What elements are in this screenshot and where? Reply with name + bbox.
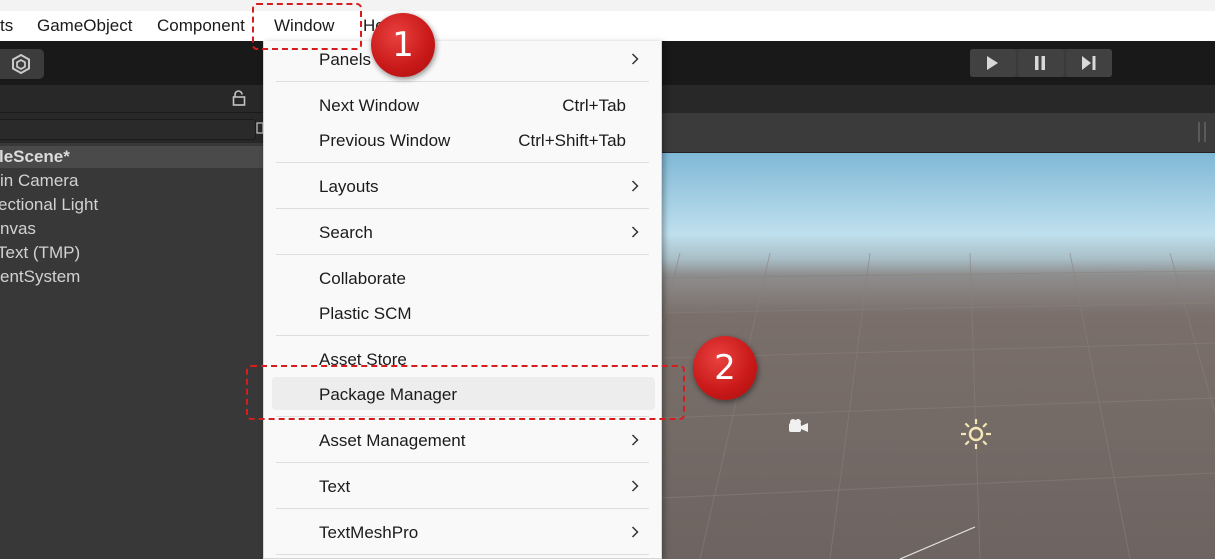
menu-separator xyxy=(276,81,649,82)
hierarchy-item[interactable]: Text (TMP) xyxy=(0,241,263,265)
hierarchy-item[interactable]: ectional Light xyxy=(0,193,263,217)
menu-item-textmeshpro[interactable]: TextMeshPro xyxy=(264,516,661,550)
annotation-box-window-menu xyxy=(252,3,362,50)
menu-assets[interactable]: ts xyxy=(0,11,13,41)
menu-item-shortcut: Ctrl+Tab xyxy=(562,96,626,115)
menu-separator xyxy=(276,208,649,209)
menu-item-label: Next Window xyxy=(319,96,420,115)
step-badge-2: 2 xyxy=(693,336,757,400)
menu-item-label: Layouts xyxy=(319,177,379,196)
chevron-right-icon xyxy=(631,526,639,538)
menu-item-label: TextMeshPro xyxy=(319,523,419,542)
pause-button[interactable] xyxy=(1018,49,1064,77)
menu-item-label: Collaborate xyxy=(319,269,406,288)
hierarchy-item-label: Text (TMP) xyxy=(0,243,81,262)
menu-item-collaborate[interactable]: Collaborate xyxy=(264,262,661,296)
menu-separator xyxy=(276,508,649,509)
menu-separator xyxy=(276,462,649,463)
menu-item-previous-window[interactable]: Previous Window Ctrl+Shift+Tab xyxy=(264,124,661,158)
search-dropdown-icon[interactable] xyxy=(256,121,263,137)
menu-item-shortcut: Ctrl+Shift+Tab xyxy=(518,131,626,150)
scene-name: leScene* xyxy=(0,147,70,166)
menu-item-label: Text xyxy=(319,477,351,496)
play-button[interactable] xyxy=(970,49,1016,77)
menu-item-search[interactable]: Search xyxy=(264,216,661,250)
scene-toolbar xyxy=(660,113,1215,153)
window-menu-dropdown: Panels Next Window Ctrl+Tab Previous Win… xyxy=(263,41,662,559)
chevron-right-icon xyxy=(631,53,639,65)
chevron-right-icon xyxy=(631,480,639,492)
hierarchy-item-label: in Camera xyxy=(0,171,79,190)
menu-separator xyxy=(276,554,649,555)
annotation-box-package-manager xyxy=(246,365,685,420)
menu-item-label: Asset Management xyxy=(319,431,466,450)
chevron-right-icon xyxy=(631,434,639,446)
menu-separator xyxy=(276,335,649,336)
unity-logo-icon xyxy=(12,53,30,75)
menu-item-label: Previous Window xyxy=(319,131,451,150)
menu-item-label: Plastic SCM xyxy=(319,304,412,323)
chevron-right-icon xyxy=(631,180,639,192)
menu-item-next-window[interactable]: Next Window Ctrl+Tab xyxy=(264,89,661,123)
step-icon xyxy=(1082,56,1096,70)
menu-item-text[interactable]: Text xyxy=(264,470,661,504)
play-icon xyxy=(987,56,998,70)
title-strip xyxy=(0,0,1215,11)
menu-gameobject[interactable]: GameObject xyxy=(37,11,132,41)
step-badge-1: 1 xyxy=(371,13,435,77)
menu-separator xyxy=(276,254,649,255)
hierarchy-tab-bar xyxy=(0,85,263,113)
scene-root-item[interactable]: leScene* xyxy=(0,146,263,168)
menu-separator xyxy=(276,162,649,163)
hierarchy-item-label: ectional Light xyxy=(0,195,99,214)
menu-item-plastic-scm[interactable]: Plastic SCM xyxy=(264,297,661,331)
hierarchy-search-input[interactable] xyxy=(0,119,256,140)
menu-item-layouts[interactable]: Layouts xyxy=(264,170,661,204)
account-button[interactable] xyxy=(0,49,44,79)
playmode-controls xyxy=(970,49,1112,77)
chevron-right-icon xyxy=(631,226,639,238)
menu-item-asset-management[interactable]: Asset Management xyxy=(264,424,661,458)
lock-icon[interactable] xyxy=(232,90,246,106)
hierarchy-item-label: entSystem xyxy=(0,267,81,286)
menu-item-label: Search xyxy=(319,223,373,242)
menu-component[interactable]: Component xyxy=(157,11,245,41)
toolbar-grip-icon[interactable] xyxy=(1204,122,1206,142)
pause-icon xyxy=(1035,56,1045,70)
step-button[interactable] xyxy=(1066,49,1112,77)
light-gizmo-icon[interactable] xyxy=(959,417,993,451)
scene-tab-bar xyxy=(660,85,1215,113)
hierarchy-item[interactable]: nvas xyxy=(0,217,263,241)
hierarchy-item-label: nvas xyxy=(0,219,36,238)
toolbar-grip-icon[interactable] xyxy=(1198,122,1200,142)
camera-gizmo-icon[interactable] xyxy=(787,417,811,435)
hierarchy-item[interactable]: in Camera xyxy=(0,169,263,193)
hierarchy-item[interactable]: entSystem xyxy=(0,265,263,289)
